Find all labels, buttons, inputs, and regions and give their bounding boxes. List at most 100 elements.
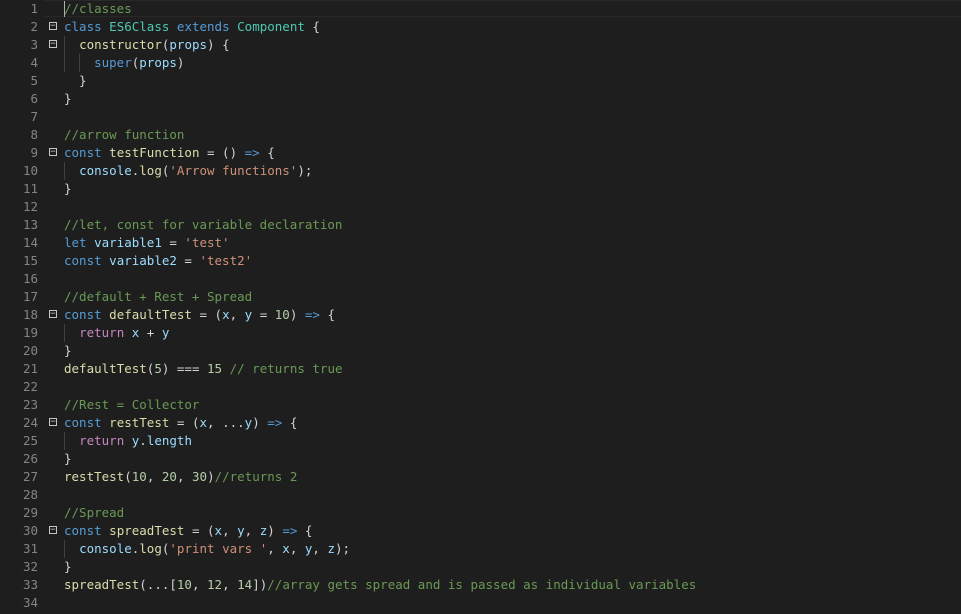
code-text[interactable]: const defaultTest = (x, y = 10) => { [64, 306, 335, 324]
code-text[interactable]: const restTest = (x, ...y) => { [64, 414, 297, 432]
line-number[interactable]: 8 [0, 126, 38, 144]
code-line[interactable]: 20} [0, 342, 961, 360]
line-number[interactable]: 6 [0, 90, 38, 108]
code-line[interactable]: 29 //Spread [0, 504, 961, 522]
line-number[interactable]: 13 [0, 216, 38, 234]
code-line[interactable]: 34 [0, 594, 961, 612]
code-text[interactable]: spreadTest(...[10, 12, 14])//array gets … [64, 576, 696, 594]
code-text[interactable]: } [64, 558, 72, 576]
line-number[interactable]: 24 [0, 414, 38, 432]
code-line[interactable]: 9 − const testFunction = () => { [0, 144, 961, 162]
code-line[interactable]: 21 defaultTest(5) === 15 // returns true [0, 360, 961, 378]
line-number[interactable]: 15 [0, 252, 38, 270]
code-line[interactable]: 28 [0, 486, 961, 504]
code-text[interactable]: return y.length [64, 432, 192, 450]
fold-collapse-icon[interactable]: − [49, 22, 57, 31]
fold-collapse-icon[interactable]: − [49, 526, 57, 535]
line-number[interactable]: 25 [0, 432, 38, 450]
code-text[interactable]: defaultTest(5) === 15 // returns true [64, 360, 343, 378]
line-number[interactable]: 18 [0, 306, 38, 324]
line-number[interactable]: 30 [0, 522, 38, 540]
line-number[interactable]: 19 [0, 324, 38, 342]
code-text[interactable]: const spreadTest = (x, y, z) => { [64, 522, 312, 540]
fold-collapse-icon[interactable]: − [49, 40, 57, 49]
line-number[interactable]: 9 [0, 144, 38, 162]
code-text[interactable]: console.log('Arrow functions'); [64, 162, 312, 180]
code-line[interactable]: 17 //default + Rest + Spread [0, 288, 961, 306]
code-line[interactable]: 1 //classes [0, 0, 961, 18]
code-line[interactable]: 26} [0, 450, 961, 468]
code-line[interactable]: 31 console.log('print vars ', x, y, z); [0, 540, 961, 558]
line-number[interactable]: 2 [0, 18, 38, 36]
code-text[interactable]: let variable1 = 'test' [64, 234, 230, 252]
code-text[interactable]: //Spread [64, 504, 124, 522]
fold-collapse-icon[interactable]: − [49, 418, 57, 427]
code-text[interactable]: const variable2 = 'test2' [64, 252, 252, 270]
code-line[interactable]: 15 const variable2 = 'test2' [0, 252, 961, 270]
line-number[interactable]: 32 [0, 558, 38, 576]
line-number[interactable]: 4 [0, 54, 38, 72]
code-text[interactable]: //arrow function [64, 126, 184, 144]
line-number[interactable]: 22 [0, 378, 38, 396]
code-text[interactable]: } [64, 342, 72, 360]
code-line[interactable]: 8 //arrow function [0, 126, 961, 144]
code-editor[interactable]: 1//classes 2− class ES6Class extends Compo… [0, 0, 961, 614]
code-line[interactable]: 33 spreadTest(...[10, 12, 14])//array get… [0, 576, 961, 594]
code-text[interactable]: restTest(10, 20, 30)//returns 2 [64, 468, 297, 486]
code-line[interactable]: 18 − const defaultTest = (x, y = 10) => { [0, 306, 961, 324]
code-text[interactable]: } [64, 90, 72, 108]
code-line[interactable]: 19 return x + y [0, 324, 961, 342]
code-line[interactable]: 10 console.log('Arrow functions'); [0, 162, 961, 180]
code-line[interactable]: 13 //let, const for variable declaration [0, 216, 961, 234]
code-text[interactable]: } [64, 180, 72, 198]
code-line[interactable]: 23 //Rest = Collector [0, 396, 961, 414]
code-text[interactable]: //default + Rest + Spread [64, 288, 252, 306]
code-line[interactable]: 2 − class ES6Class extends Component { [0, 18, 961, 36]
line-number[interactable]: 28 [0, 486, 38, 504]
line-number[interactable]: 5 [0, 72, 38, 90]
line-number[interactable]: 21 [0, 360, 38, 378]
code-line[interactable]: 3 − constructor(props) { [0, 36, 961, 54]
line-number[interactable]: 12 [0, 198, 38, 216]
code-line[interactable]: 14 let variable1 = 'test' [0, 234, 961, 252]
code-line[interactable]: 12 [0, 198, 961, 216]
line-number[interactable]: 14 [0, 234, 38, 252]
line-number[interactable]: 31 [0, 540, 38, 558]
line-number[interactable]: 29 [0, 504, 38, 522]
code-text[interactable]: super(props) [64, 54, 184, 72]
code-text[interactable]: class ES6Class extends Component { [64, 18, 320, 36]
code-line[interactable]: 27 restTest(10, 20, 30)//returns 2 [0, 468, 961, 486]
code-text[interactable]: constructor(props) { [64, 36, 230, 54]
fold-collapse-icon[interactable]: − [49, 310, 57, 319]
code-line[interactable]: 5 } [0, 72, 961, 90]
code-text[interactable]: } [64, 450, 72, 468]
line-number[interactable]: 1 [0, 0, 38, 18]
code-line[interactable]: 4 super(props) [0, 54, 961, 72]
line-number[interactable]: 20 [0, 342, 38, 360]
code-line[interactable]: 16 [0, 270, 961, 288]
code-line[interactable]: 6} [0, 90, 961, 108]
code-text[interactable]: const testFunction = () => { [64, 144, 275, 162]
code-line[interactable]: 32} [0, 558, 961, 576]
code-text[interactable]: //classes [64, 0, 132, 18]
fold-collapse-icon[interactable]: − [49, 148, 57, 157]
line-number[interactable]: 26 [0, 450, 38, 468]
line-number[interactable]: 23 [0, 396, 38, 414]
code-text[interactable]: //Rest = Collector [64, 396, 199, 414]
code-text[interactable]: //let, const for variable declaration [64, 216, 342, 234]
line-number[interactable]: 27 [0, 468, 38, 486]
line-number[interactable]: 3 [0, 36, 38, 54]
code-line[interactable]: 30 − const spreadTest = (x, y, z) => { [0, 522, 961, 540]
line-number[interactable]: 17 [0, 288, 38, 306]
code-text[interactable]: console.log('print vars ', x, y, z); [64, 540, 350, 558]
code-line[interactable]: 25 return y.length [0, 432, 961, 450]
code-line[interactable]: 7 [0, 108, 961, 126]
line-number[interactable]: 11 [0, 180, 38, 198]
code-text[interactable]: } [64, 72, 87, 90]
code-line[interactable]: 11} [0, 180, 961, 198]
line-number[interactable]: 7 [0, 108, 38, 126]
code-line[interactable]: 24 − const restTest = (x, ...y) => { [0, 414, 961, 432]
line-number[interactable]: 33 [0, 576, 38, 594]
line-number[interactable]: 16 [0, 270, 38, 288]
line-number[interactable]: 34 [0, 594, 38, 612]
